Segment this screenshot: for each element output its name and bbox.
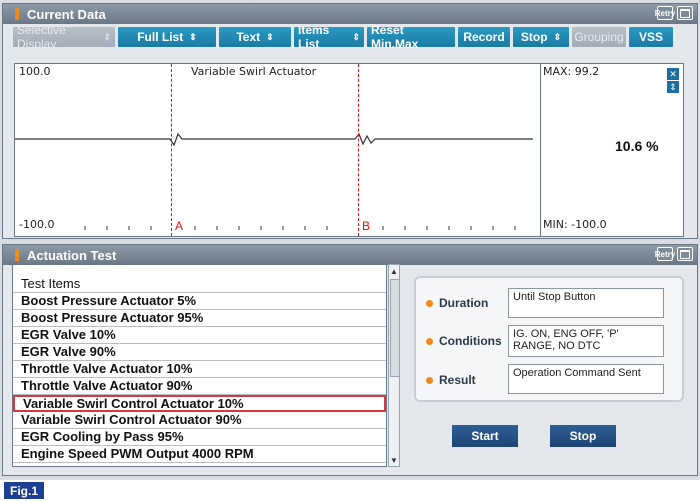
current-data-titlebar: Current Data Retry <box>3 4 697 24</box>
test-item-row[interactable]: Boost Pressure Actuator 5% <box>13 293 386 310</box>
bullet-icon <box>426 299 433 307</box>
graph-min-value: MIN: -100.0 <box>543 218 607 231</box>
cursor-a-label: A <box>175 219 184 233</box>
test-items-list[interactable]: Test Items Boost Pressure Actuator 5% Boo… <box>12 264 387 467</box>
duration-label: Duration <box>426 296 488 310</box>
cursor-a-line[interactable] <box>171 64 172 236</box>
signal-graph: 100.0 Variable Swirl Actuator -100.0 A B… <box>14 63 684 237</box>
grouping-button[interactable]: Grouping <box>572 27 626 47</box>
stop-button[interactable]: Stop <box>550 425 616 447</box>
test-item-row[interactable]: Throttle Valve Actuator 10% <box>13 361 386 378</box>
graph-divider <box>540 64 541 236</box>
actuation-test-title: Actuation Test <box>27 247 117 263</box>
cursor-b-label: B <box>362 219 371 233</box>
graph-max-value: MAX: 99.2 <box>543 65 600 78</box>
scroll-down-icon[interactable]: ▼ <box>389 454 399 466</box>
signal-trace <box>15 132 533 230</box>
test-items-header: Test Items <box>13 276 386 293</box>
test-item-row[interactable]: Boost Pressure Actuator 95% <box>13 310 386 327</box>
refresh-icon[interactable]: Retry <box>655 247 675 261</box>
signal-line <box>15 132 533 147</box>
x-axis-ticks <box>84 226 516 230</box>
test-info-box: Duration Until Stop Button Conditions IG… <box>414 276 684 402</box>
test-item-row[interactable]: EGR Valve 10% <box>13 327 386 344</box>
reset-min-max-button[interactable]: Reset Min.Max <box>367 23 455 51</box>
refresh-icon[interactable]: Retry <box>655 6 675 20</box>
stop-dropdown-button[interactable]: Stop ⇕ <box>513 27 569 47</box>
reorder-arrows-icon[interactable]: ⇕ <box>667 81 679 93</box>
current-value-readout: 10.6 % <box>615 138 659 154</box>
test-item-row[interactable]: Variable Swirl Control Actuator 90% <box>13 412 386 429</box>
bullet-icon <box>426 337 433 345</box>
data-toolbar: Selective Display ⇕ Full List ⇕ Text ⇕ Item… <box>3 23 697 51</box>
full-list-button[interactable]: Full List ⇕ <box>118 27 216 47</box>
title-accent-icon <box>15 249 19 261</box>
actuation-test-titlebar: Actuation Test Retry <box>3 245 697 265</box>
bullet-icon <box>426 376 433 384</box>
start-button[interactable]: Start <box>452 425 518 447</box>
conditions-value: IG. ON, ENG OFF, 'P' RANGE, NO DTC <box>508 325 664 357</box>
scroll-thumb[interactable] <box>390 279 400 377</box>
result-label: Result <box>426 373 476 387</box>
window-toggle-icon[interactable] <box>677 6 693 20</box>
window-toggle-icon[interactable] <box>677 247 693 261</box>
conditions-label: Conditions <box>426 334 502 348</box>
list-scrollbar[interactable]: ▲ ▼ <box>388 264 400 467</box>
test-item-row[interactable]: Engine Speed PWM Output 4000 RPM <box>13 446 386 463</box>
title-accent-icon <box>15 8 19 20</box>
test-item-row[interactable]: Throttle Valve Actuator 90% <box>13 378 386 395</box>
selective-display-button[interactable]: Selective Display ⇕ <box>13 23 115 51</box>
current-data-title: Current Data <box>27 6 106 22</box>
scroll-up-icon[interactable]: ▲ <box>389 265 399 277</box>
record-button[interactable]: Record <box>458 27 510 47</box>
duration-value: Until Stop Button <box>508 288 664 318</box>
result-value: Operation Command Sent <box>508 364 664 394</box>
cursor-b-line[interactable] <box>358 64 359 236</box>
test-item-row[interactable]: EGR Cooling by Pass 95% <box>13 429 386 446</box>
close-icon[interactable]: ✕ <box>667 68 679 80</box>
text-button[interactable]: Text ⇕ <box>219 27 291 47</box>
test-item-row[interactable]: Variable Swirl Control Actuator 10% <box>13 395 386 412</box>
vss-button[interactable]: VSS <box>629 27 673 47</box>
figure-label: Fig.1 <box>4 482 44 499</box>
test-item-row[interactable]: EGR Valve 90% <box>13 344 386 361</box>
test-items-container: Test Items Boost Pressure Actuator 5% Boo… <box>12 264 400 469</box>
items-list-button[interactable]: Items List ⇕ <box>294 23 364 51</box>
